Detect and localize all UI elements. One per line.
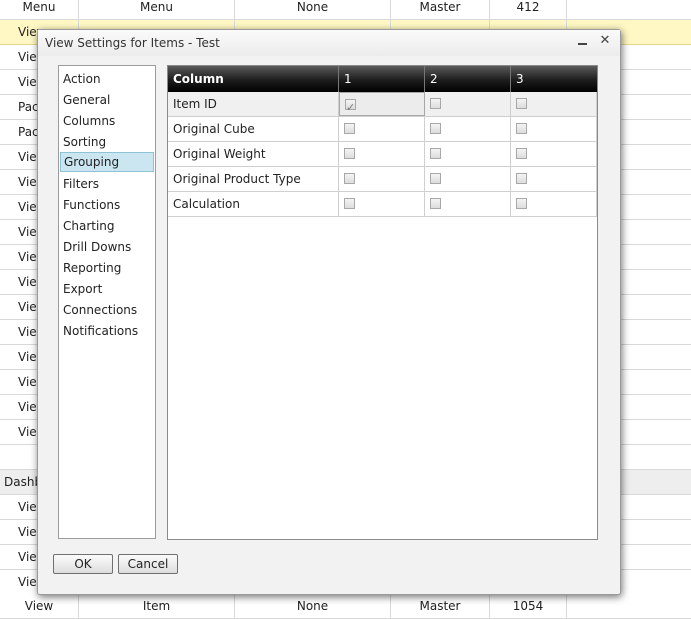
- grid-cell: [425, 142, 511, 166]
- dialog-titlebar[interactable]: View Settings for Items - Test ✕: [38, 30, 620, 56]
- nav-item-charting[interactable]: Charting: [60, 216, 154, 236]
- grid-cell: [511, 192, 597, 216]
- table-cell: 412: [490, 0, 567, 19]
- minimize-button[interactable]: [574, 33, 590, 49]
- grid-cell: [425, 192, 511, 216]
- grid-row[interactable]: Item ID: [168, 92, 597, 120]
- table-cell: [567, 0, 691, 19]
- group-level-1-checkbox[interactable]: [344, 173, 355, 184]
- nav-item-grouping[interactable]: Grouping: [60, 152, 154, 172]
- table-cell: 1054: [490, 594, 567, 618]
- group-level-2-checkbox[interactable]: [430, 198, 441, 209]
- view-settings-dialog: View Settings for Items - Test ✕ Action …: [37, 29, 621, 595]
- table-row[interactable]: Menu Menu None Master 412: [0, 0, 691, 20]
- cancel-button[interactable]: Cancel: [118, 554, 178, 574]
- grid-row-name: Original Cube: [168, 117, 339, 141]
- table-cell: Item: [79, 594, 235, 618]
- grid-cell: [511, 117, 597, 141]
- grid-row[interactable]: Original Weight: [168, 142, 597, 167]
- grid-row-name: Item ID: [168, 92, 339, 116]
- table-cell: [567, 594, 691, 618]
- group-level-3-checkbox[interactable]: [516, 98, 527, 109]
- ok-button[interactable]: OK: [53, 554, 113, 574]
- group-level-2-checkbox[interactable]: [430, 148, 441, 159]
- grid-row[interactable]: Original Product Type: [168, 167, 597, 192]
- table-row[interactable]: View Item None Master 1054: [0, 594, 691, 619]
- grid-row-name: Original Weight: [168, 142, 339, 166]
- nav-item-export[interactable]: Export: [60, 279, 154, 299]
- nav-item-sorting[interactable]: Sorting: [60, 132, 154, 152]
- grid-cell: [339, 192, 425, 216]
- nav-item-action[interactable]: Action: [60, 69, 154, 89]
- grid-cell: [511, 92, 597, 116]
- grid-row-name: Calculation: [168, 192, 339, 216]
- nav-item-notifications[interactable]: Notifications: [60, 321, 154, 341]
- group-level-2-checkbox[interactable]: [430, 173, 441, 184]
- column-header-2[interactable]: 2: [425, 66, 511, 92]
- group-level-1-checkbox[interactable]: [344, 123, 355, 134]
- grouping-grid: Column 1 2 3 Item ID Original Cube Origi…: [167, 65, 598, 540]
- nav-item-reporting[interactable]: Reporting: [60, 258, 154, 278]
- dialog-title: View Settings for Items - Test: [45, 36, 220, 50]
- grid-cell: [425, 167, 511, 191]
- group-level-3-checkbox[interactable]: [516, 173, 527, 184]
- group-level-2-checkbox[interactable]: [430, 98, 441, 109]
- grid-cell: [425, 92, 511, 116]
- grid-row[interactable]: Original Cube: [168, 117, 597, 142]
- table-cell: Master: [391, 594, 490, 618]
- table-cell: Menu: [79, 0, 235, 19]
- close-icon[interactable]: ✕: [597, 33, 613, 49]
- nav-item-connections[interactable]: Connections: [60, 300, 154, 320]
- table-cell: View: [0, 594, 79, 618]
- grid-row-name: Original Product Type: [168, 167, 339, 191]
- group-level-1-checkbox[interactable]: [344, 148, 355, 159]
- group-level-1-checkbox[interactable]: [344, 198, 355, 209]
- grid-row[interactable]: Calculation: [168, 192, 597, 217]
- column-header-column[interactable]: Column: [168, 66, 339, 92]
- grid-header: Column 1 2 3: [168, 66, 597, 92]
- group-level-2-checkbox[interactable]: [430, 123, 441, 134]
- column-header-3[interactable]: 3: [511, 66, 597, 92]
- grid-cell: [511, 167, 597, 191]
- group-level-3-checkbox[interactable]: [516, 148, 527, 159]
- table-cell: Menu: [0, 0, 79, 19]
- table-cell: Master: [391, 0, 490, 19]
- grid-cell: [339, 117, 425, 141]
- settings-nav: Action General Columns Sorting Grouping …: [58, 65, 156, 539]
- nav-item-functions[interactable]: Functions: [60, 195, 154, 215]
- nav-item-filters[interactable]: Filters: [60, 174, 154, 194]
- grid-cell: [511, 142, 597, 166]
- table-cell: None: [235, 594, 391, 618]
- column-header-1[interactable]: 1: [339, 66, 425, 92]
- nav-item-columns[interactable]: Columns: [60, 111, 154, 131]
- grid-cell: [339, 167, 425, 191]
- grid-cell: [339, 142, 425, 166]
- nav-item-general[interactable]: General: [60, 90, 154, 110]
- group-level-3-checkbox[interactable]: [516, 123, 527, 134]
- grid-cell: [425, 117, 511, 141]
- grid-cell: [339, 92, 425, 120]
- table-cell: None: [235, 0, 391, 19]
- group-level-3-checkbox[interactable]: [516, 198, 527, 209]
- group-level-1-checkbox[interactable]: [345, 96, 356, 120]
- nav-item-drill-downs[interactable]: Drill Downs: [60, 237, 154, 257]
